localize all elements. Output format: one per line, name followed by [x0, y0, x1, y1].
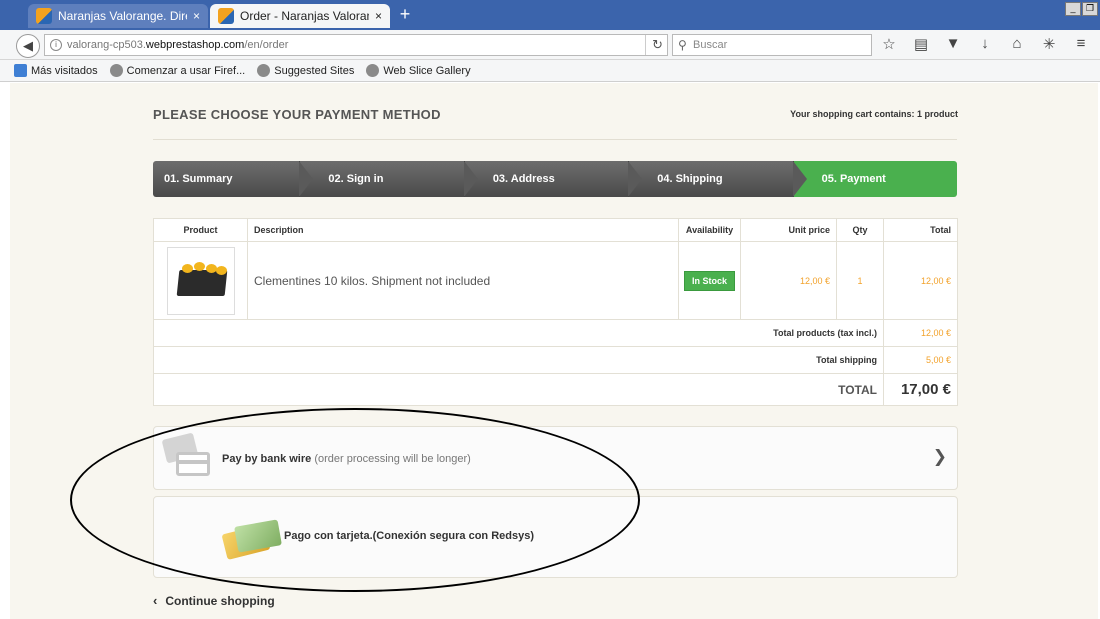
menu-icon[interactable]: ≡ — [1072, 35, 1090, 53]
grand-total-label: TOTAL — [153, 373, 884, 406]
credit-cards-icon — [221, 519, 282, 560]
header-product: Product — [153, 218, 248, 242]
grand-total-row: TOTAL 17,00 € — [153, 373, 958, 406]
site-favicon — [36, 8, 52, 24]
cart-summary: Your shopping cart contains: 1 product — [790, 109, 958, 119]
globe-icon — [257, 64, 271, 77]
step-summary[interactable]: 01. Summary — [153, 161, 314, 197]
pay-card-option[interactable]: Pago con tarjeta.(Conexión segura con Re… — [153, 496, 958, 578]
stock-badge: In Stock — [683, 270, 735, 291]
reload-icon[interactable]: ↻ — [645, 35, 663, 55]
page-content: PLEASE CHOOSE YOUR PAYMENT METHOD Your s… — [10, 83, 1098, 619]
step-sign-in[interactable]: 02. Sign in — [300, 161, 479, 197]
restore-icon[interactable]: ❐ — [1082, 2, 1098, 16]
tab-order[interactable]: Order - Naranjas Valorange. ... × — [210, 4, 390, 28]
total-shipping-row: Total shipping 5,00 € — [153, 346, 958, 374]
bank-wire-text: Pay by bank wire (order processing will … — [222, 453, 471, 465]
addon-icon[interactable]: ✳ — [1040, 35, 1058, 53]
table-header: Product Description Availability Unit pr… — [153, 218, 958, 242]
bank-card-icon — [161, 432, 210, 478]
tab-close-icon[interactable]: × — [193, 9, 200, 23]
page-title: PLEASE CHOOSE YOUR PAYMENT METHOD — [153, 107, 441, 122]
cart-table: Product Description Availability Unit pr… — [153, 218, 958, 406]
header-availability: Availability — [678, 218, 741, 242]
chevron-left-icon: ‹ — [153, 593, 158, 608]
header-total: Total — [883, 218, 958, 242]
search-icon: ⚲ — [678, 38, 687, 52]
grand-total-value: 17,00 € — [883, 373, 958, 406]
bookmarks-bar: Más visitados Comenzar a usar Firef... S… — [0, 60, 1100, 82]
line-total: 12,00 € — [883, 241, 958, 320]
site-favicon — [218, 8, 234, 24]
info-icon[interactable]: i — [50, 39, 62, 51]
step-address[interactable]: 03. Address — [464, 161, 643, 197]
back-arrow-icon[interactable]: ◀ — [16, 34, 40, 58]
bookmark-item[interactable]: Comenzar a usar Firef... — [109, 64, 245, 77]
window-controls: _ ❐ — [1065, 2, 1098, 16]
product-cell — [153, 241, 248, 320]
toolbar-icons: ☆ ▤ ▼ ↓ ⌂ ✳ ≡ — [880, 35, 1090, 53]
continue-shopping-label: Continue shopping — [165, 594, 275, 608]
bookmark-item[interactable]: Web Slice Gallery — [366, 64, 471, 77]
search-placeholder: Buscar — [693, 39, 728, 51]
download-icon[interactable]: ↓ — [976, 35, 994, 53]
url-bar[interactable]: i valorang-cp503.webprestashop.com/en/or… — [44, 34, 668, 56]
url-path: /en/order — [244, 39, 289, 51]
header-unit-price: Unit price — [740, 218, 837, 242]
tab-close-icon[interactable]: × — [375, 9, 382, 23]
globe-icon — [109, 64, 123, 77]
table-row: Clementines 10 kilos. Shipment not inclu… — [153, 241, 958, 320]
pocket-icon[interactable]: ▼ — [944, 35, 962, 53]
chevron-right-icon: ❯ — [932, 447, 947, 466]
new-tab-button[interactable]: + — [394, 4, 416, 26]
header-description: Description — [247, 218, 679, 242]
total-shipping-label: Total shipping — [153, 346, 884, 374]
minimize-icon[interactable]: _ — [1065, 2, 1081, 16]
bank-wire-title: Pay by bank wire — [222, 453, 312, 465]
star-icon[interactable]: ☆ — [880, 35, 898, 53]
pay-bank-wire-option[interactable]: Pay by bank wire (order processing will … — [153, 426, 958, 490]
step-shipping[interactable]: 04. Shipping — [629, 161, 808, 197]
divider — [153, 139, 957, 140]
bookmark-item[interactable]: Más visitados — [14, 64, 98, 77]
url-prefix: valorang-cp503. — [67, 39, 146, 51]
quantity: 1 — [836, 241, 884, 320]
header-qty: Qty — [836, 218, 884, 242]
unit-price: 12,00 € — [740, 241, 837, 320]
product-description[interactable]: Clementines 10 kilos. Shipment not inclu… — [247, 241, 679, 320]
availability-cell: In Stock — [678, 241, 741, 320]
tab-title: Order - Naranjas Valorange. ... — [240, 9, 369, 23]
step-payment: 05. Payment — [793, 161, 957, 197]
bank-wire-note: (order processing will be longer) — [314, 453, 471, 465]
checkout-steps: 01. Summary 02. Sign in 03. Address 04. … — [153, 161, 957, 197]
total-shipping-value: 5,00 € — [883, 346, 958, 374]
total-products-value: 12,00 € — [883, 319, 958, 347]
product-image[interactable] — [166, 246, 235, 315]
globe-icon — [366, 64, 380, 77]
home-icon[interactable]: ⌂ — [1008, 35, 1026, 53]
search-input[interactable]: ⚲ Buscar — [672, 34, 872, 56]
tab-title: Naranjas Valorange. Directas ... — [58, 9, 187, 23]
bookmark-item[interactable]: Suggested Sites — [257, 64, 354, 77]
total-products-label: Total products (tax incl.) — [153, 319, 884, 347]
url-domain: webprestashop.com — [145, 39, 245, 51]
reading-list-icon[interactable]: ▤ — [912, 35, 930, 53]
tab-bar: Naranjas Valorange. Directas ... × Order… — [0, 0, 1100, 30]
nav-bar: ◀ i valorang-cp503.webprestashop.com/en/… — [0, 30, 1100, 60]
tab-naranjas[interactable]: Naranjas Valorange. Directas ... × — [28, 4, 208, 28]
card-payment-title: Pago con tarjeta.(Conexión segura con Re… — [284, 530, 535, 542]
continue-shopping-link[interactable]: ‹ Continue shopping — [153, 593, 275, 608]
total-products-row: Total products (tax incl.) 12,00 € — [153, 319, 958, 347]
bookmark-icon — [14, 64, 27, 77]
